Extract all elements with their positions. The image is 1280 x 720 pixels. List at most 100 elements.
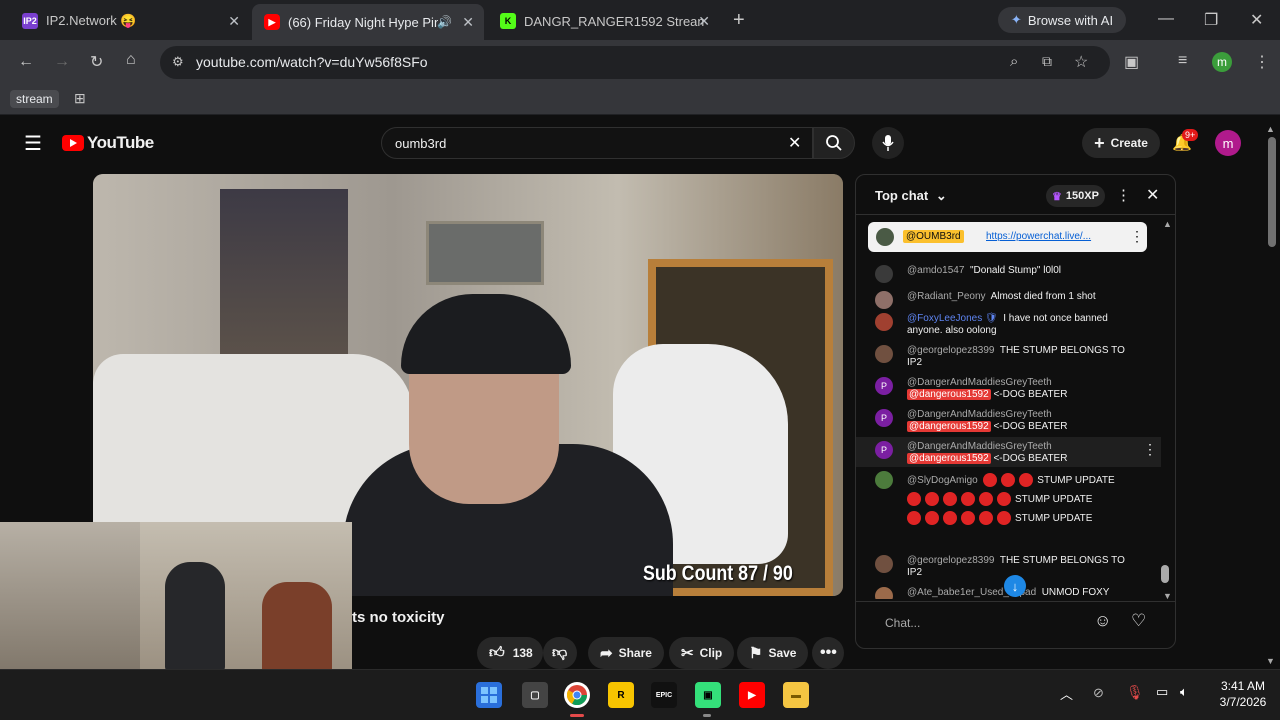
menu-kebab-icon[interactable]: ⋮ [1254, 52, 1270, 72]
tab-ip2-network[interactable]: IP2 IP2.Network 😝 ✕ [10, 6, 250, 36]
search-input[interactable]: oumb3rd ✕ [381, 127, 813, 159]
close-window-icon[interactable]: ✕ [1250, 10, 1263, 30]
apps-grid-icon[interactable]: ⊞ [74, 90, 86, 107]
crown-icon: ♛ [1052, 190, 1062, 203]
hamburger-menu-icon[interactable]: ☰ [24, 131, 42, 156]
speaker-icon[interactable]: 🔊 [437, 15, 452, 29]
bookmark-stream[interactable]: stream [10, 90, 59, 108]
dislike-button[interactable]: 👎︎ [543, 637, 577, 669]
rockstar-launcher-icon[interactable]: R [608, 682, 634, 708]
url-field[interactable]: ⚙ youtube.com/watch?v=duYw56f8SFo ⌕ ⧉ ☆ [160, 46, 1110, 79]
chat-message: @Radiant_Peony Almost died from 1 shot [856, 291, 1161, 309]
scroll-up-icon[interactable]: ▲ [1163, 219, 1172, 229]
task-view-icon[interactable]: ▢ [522, 682, 548, 708]
close-tab-icon[interactable]: ✕ [462, 14, 474, 31]
close-chat-icon[interactable]: ✕ [1146, 185, 1159, 205]
voice-search-button[interactable] [872, 127, 904, 159]
chat-author[interactable]: @DangerAndMaddiesGreyTeeth [907, 409, 1052, 420]
browse-with-ai-button[interactable]: ✦ Browse with AI [998, 7, 1126, 33]
start-menu-icon[interactable] [476, 682, 502, 708]
chat-scrollbar-thumb[interactable] [1161, 565, 1169, 583]
share-icon: ➦ [600, 645, 613, 662]
pinned-link[interactable]: https://powerchat.live/... [986, 231, 1091, 242]
pinned-menu-icon[interactable]: ⋮ [1130, 228, 1144, 245]
epic-games-icon[interactable]: EPIC [651, 682, 677, 708]
account-avatar[interactable]: m [1215, 130, 1241, 156]
system-clock[interactable]: 3:41 AM 3/7/2026 [1210, 678, 1276, 710]
close-tab-icon[interactable]: ✕ [698, 13, 710, 30]
profile-avatar[interactable]: m [1212, 52, 1232, 72]
install-app-icon[interactable]: ⧉ [1042, 53, 1052, 70]
chat-mode-dropdown[interactable]: Top chat ⌄ [875, 188, 947, 204]
chat-mention[interactable]: @dangerous1592 [907, 389, 991, 400]
chat-options-icon[interactable]: ⋮ [1116, 186, 1131, 204]
thumbs-up-icon: 👍︎ [489, 644, 505, 661]
display-icon[interactable]: ▭ [1156, 684, 1168, 700]
save-button[interactable]: ⚑ Save [737, 637, 809, 669]
reload-icon[interactable]: ↻ [90, 52, 103, 72]
chat-input[interactable]: Chat... [871, 607, 1106, 637]
youtube-logo[interactable]: YouTube [62, 133, 154, 153]
page-scrollbar-thumb[interactable] [1268, 137, 1276, 247]
page-scroll-up-icon[interactable]: ▲ [1266, 124, 1275, 134]
microphone-in-use-icon[interactable]: 🎙︎ [1126, 684, 1144, 701]
search-button[interactable] [813, 127, 855, 159]
bookmark-star-icon[interactable]: ☆ [1074, 52, 1088, 72]
clip-label: Clip [699, 646, 723, 660]
media-control-icon[interactable]: ≡ [1178, 52, 1187, 70]
chat-author-moderator[interactable]: @FoxyLeeJones [907, 313, 982, 324]
chat-author[interactable]: @georgelopez8399 [907, 345, 994, 356]
chat-message: @FoxyLeeJones 🛡︎ I have not once banned … [856, 313, 1161, 339]
chat-author[interactable]: @Radiant_Peony [907, 291, 986, 302]
bookmark-icon: ⚑ [749, 645, 763, 662]
page-scroll-down-icon[interactable]: ▼ [1266, 656, 1275, 666]
forward-icon[interactable]: → [54, 53, 70, 71]
scroll-to-bottom-icon[interactable]: ↓ [1004, 575, 1026, 597]
show-hidden-icons-icon[interactable]: ︿ [1060, 684, 1073, 703]
chat-mention[interactable]: @dangerous1592 [907, 453, 991, 464]
like-button[interactable]: 👍︎ 138 [477, 637, 543, 669]
home-icon[interactable]: ⌂ [126, 51, 136, 69]
more-actions-button[interactable]: ••• [812, 637, 844, 669]
heart-icon[interactable]: ♡ [1131, 611, 1146, 631]
share-button[interactable]: ➦ Share [588, 637, 664, 669]
scroll-down-icon[interactable]: ▼ [1163, 591, 1172, 601]
chat-author[interactable]: @georgelopez8399 [907, 555, 994, 566]
kick-app-icon[interactable]: ▣ [695, 682, 721, 708]
chat-divider [856, 601, 1175, 602]
chat-text: "Donald Stump" l0l0l [969, 265, 1062, 276]
side-panel-icon[interactable]: ▣ [1124, 52, 1139, 72]
emoji-icon[interactable]: ☺ [1094, 611, 1111, 631]
site-info-icon[interactable]: ⚙ [172, 54, 184, 70]
save-label: Save [768, 646, 797, 660]
chat-author[interactable]: @SlyDogAmigo [907, 475, 978, 486]
video-wall-picture [426, 221, 544, 285]
youtube-app-icon[interactable]: ▶ [739, 682, 765, 708]
tab-kick-stream[interactable]: K DANGR_RANGER1592 Stream - ✕ [488, 6, 720, 36]
tab-youtube-video[interactable]: ▶ (66) Friday Night Hype Pint 🔊 ✕ [252, 4, 484, 40]
clear-search-icon[interactable]: ✕ [788, 133, 801, 153]
back-icon[interactable]: ← [18, 53, 34, 71]
network-off-icon[interactable]: ⊘ [1093, 685, 1104, 701]
chat-input-placeholder: Chat... [885, 616, 921, 630]
chat-text: <-DOG BEATER [993, 389, 1068, 400]
chat-author[interactable]: @DangerAndMaddiesGreyTeeth [907, 441, 1052, 452]
xp-button[interactable]: ♛ 150XP [1046, 185, 1105, 207]
chat-avatar [875, 313, 893, 331]
restore-icon[interactable]: ❐ [1204, 10, 1218, 30]
minimize-icon[interactable]: — [1158, 10, 1174, 28]
clock-date: 3/7/2026 [1219, 695, 1267, 709]
pinned-message[interactable]: @OUMB3rd https://powerchat.live/... ⋮ [868, 222, 1147, 252]
chat-author[interactable]: @amdo1547 [907, 265, 964, 276]
volume-icon[interactable]: 🔈︎ [1180, 684, 1188, 700]
close-tab-icon[interactable]: ✕ [228, 13, 240, 30]
new-tab-icon[interactable]: + [733, 9, 745, 32]
zoom-icon[interactable]: ⌕ [1010, 53, 1018, 70]
clip-button[interactable]: ✂ Clip [669, 637, 735, 669]
chat-author[interactable]: @DangerAndMaddiesGreyTeeth [907, 377, 1052, 388]
chat-mention[interactable]: @dangerous1592 [907, 421, 991, 432]
chrome-icon[interactable] [564, 682, 590, 708]
message-menu-icon[interactable]: ⋮ [1143, 442, 1157, 456]
create-button[interactable]: + Create [1082, 128, 1160, 158]
file-explorer-icon[interactable]: ▬ [783, 682, 809, 708]
